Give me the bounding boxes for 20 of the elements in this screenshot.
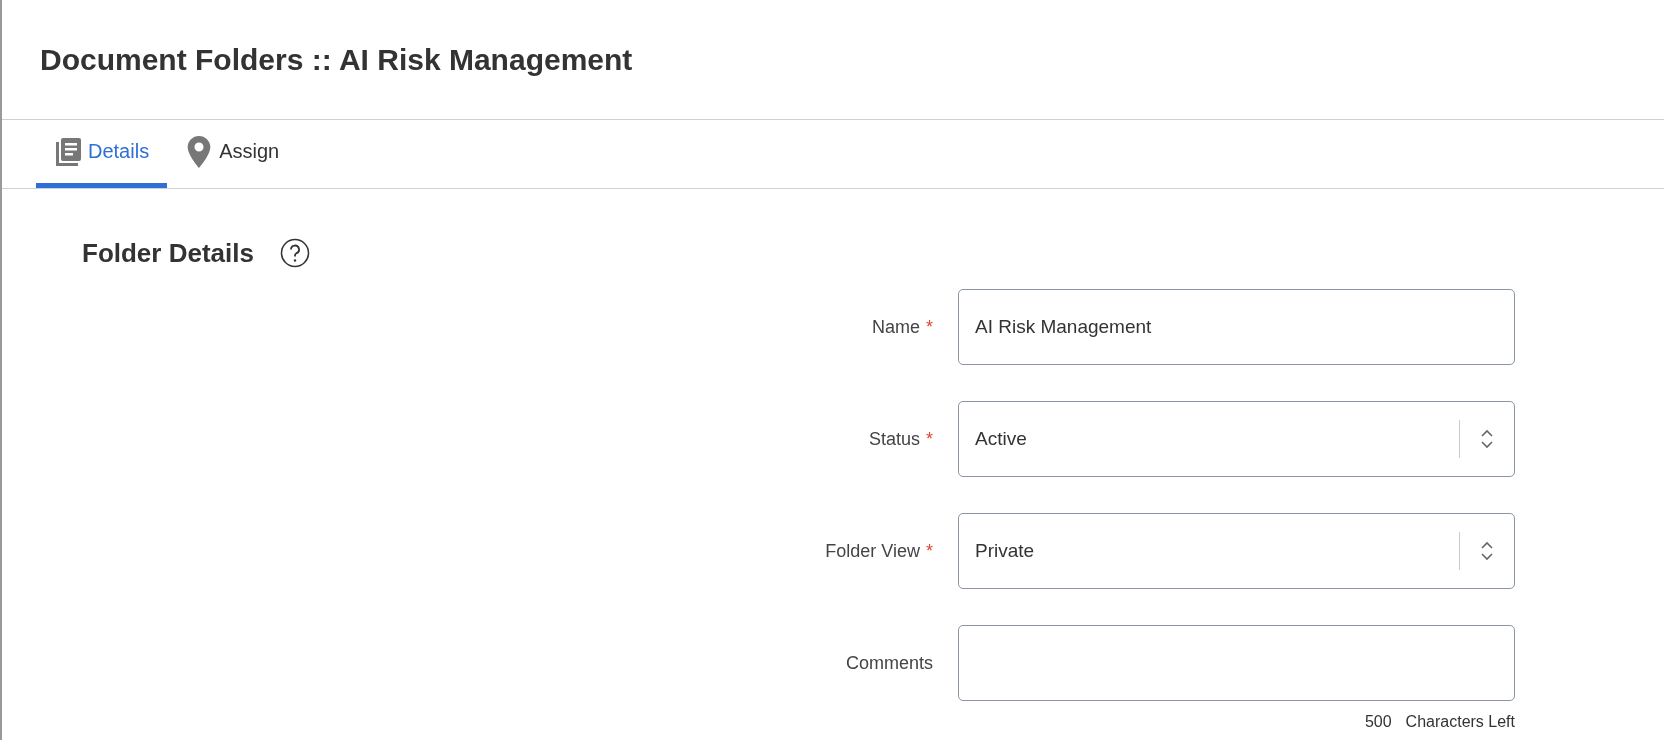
tab[interactable]: Assign: [167, 120, 298, 188]
character-count: 500: [1364, 713, 1392, 731]
field-label: Folder View: [825, 540, 920, 562]
up-down-chevron-icon: [1480, 540, 1494, 562]
field-label: Comments: [845, 652, 933, 674]
field-label: Name: [871, 316, 920, 338]
required-mark: *: [926, 316, 933, 338]
required-mark: *: [926, 428, 933, 450]
field-label: Status: [868, 428, 920, 450]
section-title: Folder Details: [82, 237, 254, 269]
character-count-label: Characters Left: [1405, 713, 1515, 731]
page-title: Document Folders :: AI Risk Management: [40, 42, 633, 77]
input-field[interactable]: AI Risk Management: [958, 289, 1515, 365]
select-field[interactable]: Active: [958, 401, 1515, 477]
tab[interactable]: Details: [36, 120, 168, 188]
input-field[interactable]: [958, 625, 1515, 701]
up-down-chevron-icon: [1480, 428, 1494, 450]
help-icon[interactable]: [279, 238, 310, 268]
select-field[interactable]: Private: [958, 513, 1515, 589]
required-mark: *: [926, 540, 933, 562]
